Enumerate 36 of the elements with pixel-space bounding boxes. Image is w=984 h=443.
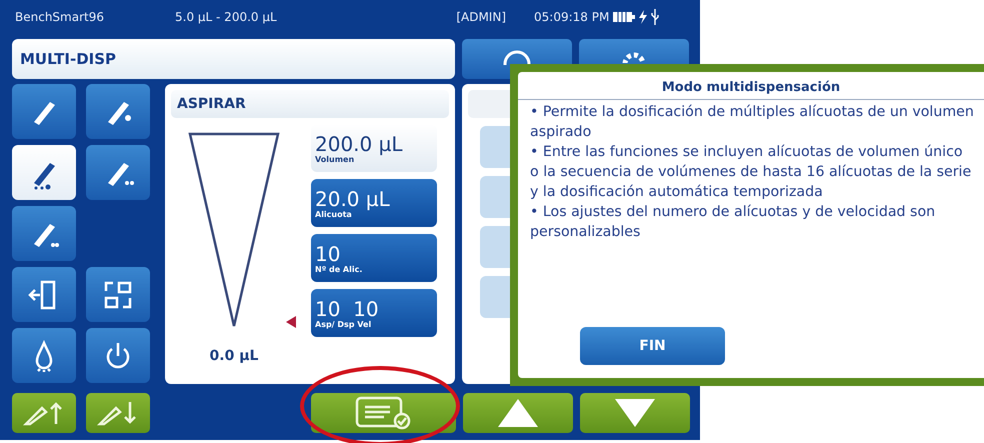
up-button[interactable] [463,393,574,433]
level-marker-icon [286,316,296,328]
lightning-icon [639,10,648,24]
value-button[interactable]: 10 10 Asp/ Dsp Vel [311,289,437,337]
clock: 05:09:18 PM [534,10,610,24]
tip-up-button[interactable] [12,393,76,433]
mode-button[interactable] [12,145,76,200]
help-icon [502,49,532,65]
battery-icon [613,12,636,22]
help-text: • Entre las funciones se incluyen alícuotas de volumen único o la secuencia de volúmenes de hasta 16 alícuotas de la serie y la dosificación automática temporizada [530,143,972,202]
device-name: BenchSmart96 [15,10,105,24]
value-button[interactable]: 20.0 µL Alicuota [311,179,437,227]
usb-icon [651,9,660,25]
dialog-title: Modo multidispensación [518,72,984,100]
confirm-button[interactable] [311,393,456,433]
tip-volume: 0.0 µL [210,348,258,364]
volume-range: 5.0 µL - 200.0 µL [175,10,278,24]
power-button[interactable] [86,328,150,383]
exit-button[interactable] [12,267,76,322]
fin-button[interactable]: FIN [580,327,725,365]
mode-button[interactable] [86,84,150,139]
user-label: [ADMIN] [455,10,507,24]
help-text: • Los ajustes del numero de alícuotas y de velocidad son personalizables [530,203,936,242]
tip-down-button[interactable] [86,393,150,433]
up-arrow-icon [496,397,540,429]
help-text: • Permite la dosificación de múltiples alícuotas de un volumen aspirado [530,103,974,142]
mode-button[interactable] [86,145,150,200]
drop-button[interactable] [12,328,76,383]
panel-title: ASPIRAR [171,90,449,118]
mode-title: MULTI-DISP [12,39,455,79]
mode-button[interactable] [12,84,76,139]
down-button[interactable] [580,393,690,433]
layout-button[interactable] [86,267,150,322]
mode-button[interactable] [12,206,76,261]
down-arrow-icon [613,397,658,429]
value-button[interactable]: 10 Nº de Alic. [311,234,437,282]
